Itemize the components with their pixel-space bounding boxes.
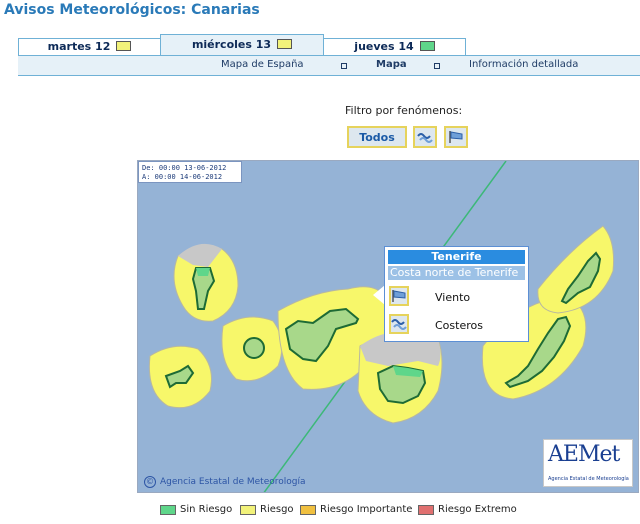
- tab-martes[interactable]: martes 12: [18, 38, 161, 55]
- logo-subtitle: Agencia Estatal de Meteorología: [548, 476, 629, 482]
- separator-icon: [434, 63, 440, 69]
- popup-item-viento[interactable]: Viento: [389, 286, 524, 310]
- popup-item-label: Viento: [435, 291, 471, 304]
- legend-label: Sin Riesgo: [180, 504, 233, 515]
- link-mapa[interactable]: Mapa: [376, 59, 407, 70]
- legend-label: Riesgo Importante: [320, 504, 413, 515]
- credit-text: Agencia Estatal de Meteorología: [160, 477, 306, 487]
- validity-dates: De: 00:00 13-06-2012 A: 00:00 14-06-2012: [138, 161, 242, 183]
- tab-label: miércoles 13: [191, 38, 272, 51]
- popup-zone-name: Costa norte de Tenerife: [388, 266, 525, 280]
- risk-swatch: [277, 39, 293, 49]
- zone-la-palma-green: [196, 268, 210, 276]
- date-from: De: 00:00 13-06-2012: [142, 164, 227, 172]
- legend-swatch: [300, 504, 316, 515]
- legend-label: Riesgo: [260, 504, 294, 515]
- aemet-logo: AEMet Agencia Estatal de Meteorología: [543, 439, 633, 487]
- separator-icon: [341, 63, 347, 69]
- map-credit: © Agencia Estatal de Meteorología: [144, 476, 306, 488]
- filter-label: Filtro por fenómenos:: [345, 104, 463, 117]
- legend-riesgo: Riesgo: [240, 504, 294, 515]
- wind-icon: [449, 131, 463, 143]
- popup-island-name: Tenerife: [388, 250, 525, 264]
- zone-lanzarote[interactable]: [537, 225, 614, 314]
- legend-sin-riesgo: Sin Riesgo: [160, 504, 232, 515]
- risk-swatch: [116, 41, 132, 51]
- filter-wind-button[interactable]: [444, 126, 468, 148]
- link-mapa-espana[interactable]: Mapa de España: [221, 59, 304, 70]
- waves-icon: [417, 133, 433, 143]
- popup-item-costeros[interactable]: Costeros: [389, 314, 524, 338]
- filter-waves-button[interactable]: [413, 126, 437, 148]
- popup-item-label: Costeros: [435, 319, 483, 332]
- copyright-icon: ©: [144, 476, 156, 488]
- legend-riesgo-importante: Riesgo Importante: [300, 504, 412, 515]
- legend-label: Riesgo Extremo: [438, 504, 517, 515]
- date-to: A: 00:00 14-06-2012: [142, 173, 223, 181]
- island-la-gomera[interactable]: [243, 337, 265, 359]
- tab-jueves[interactable]: jueves 14: [323, 38, 466, 55]
- link-informacion-detallada[interactable]: Información detallada: [469, 59, 578, 70]
- legend-swatch: [240, 504, 256, 515]
- legend-riesgo-extremo: Riesgo Extremo: [418, 504, 517, 515]
- sub-navigation: Mapa de España Mapa Información detallad…: [18, 55, 640, 76]
- risk-swatch: [419, 41, 435, 51]
- logo-text: AEMet: [548, 442, 620, 467]
- tab-label: martes 12: [47, 40, 111, 53]
- waves-icon: [389, 314, 409, 334]
- zone-info-popup[interactable]: Tenerife Costa norte de Tenerife Viento …: [384, 246, 529, 342]
- filter-all-button[interactable]: Todos: [347, 126, 407, 148]
- page-title: Avisos Meteorológicos: Canarias: [4, 2, 260, 18]
- legend-swatch: [160, 504, 176, 515]
- tab-label: jueves 14: [354, 40, 414, 53]
- tab-miercoles[interactable]: miércoles 13: [160, 34, 324, 56]
- legend-swatch: [418, 504, 434, 515]
- wind-icon: [389, 286, 409, 306]
